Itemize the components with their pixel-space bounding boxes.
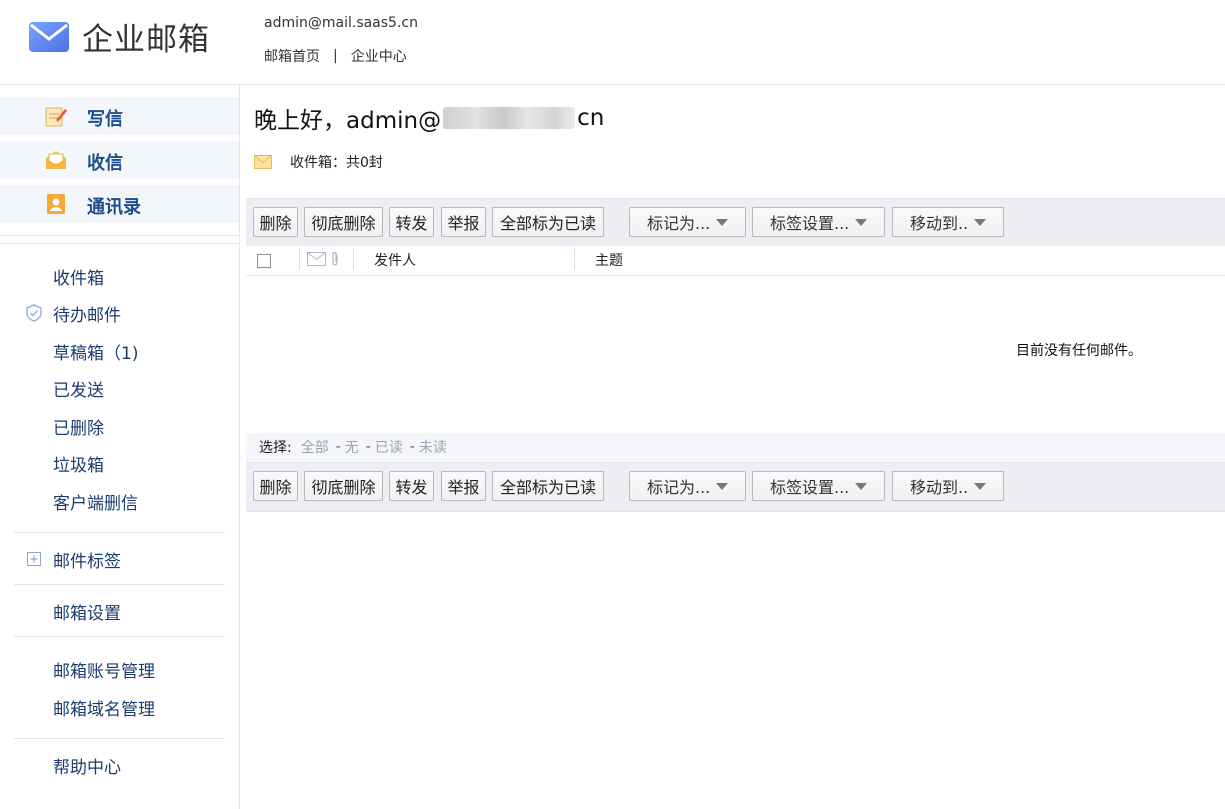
move-to-dropdown[interactable]: 移动到.. xyxy=(892,471,1004,501)
contacts-label: 通讯录 xyxy=(87,197,141,218)
caret-down-icon xyxy=(716,483,728,490)
mailbox-home-link[interactable]: 邮箱首页 xyxy=(264,46,320,66)
separator-dash: - xyxy=(365,439,371,455)
logo[interactable]: 企业邮箱 xyxy=(28,14,210,59)
sidebar-item-help[interactable]: 帮助中心 xyxy=(53,753,121,778)
sidebar-item-sent[interactable]: 已发送 xyxy=(53,376,104,401)
greeting: 晚上好，admin@ cn xyxy=(254,101,604,135)
sidebar-divider xyxy=(0,235,239,236)
sidebar-divider xyxy=(0,243,239,244)
toolbar-bottom: 删除 彻底删除 转发 举报 全部标为已读 标记为... 标签设置... 移动到.… xyxy=(246,462,1225,512)
mail-list-header: 发件人 主题 xyxy=(246,246,1225,276)
empty-message: 目前没有任何邮件。 xyxy=(1016,343,1142,359)
sidebar-divider xyxy=(14,636,225,637)
sidebar-item-todo[interactable]: 待办邮件 xyxy=(53,301,121,326)
receive-label: 收信 xyxy=(87,153,123,174)
caret-down-icon xyxy=(855,483,867,490)
enterprise-center-link[interactable]: 企业中心 xyxy=(351,46,407,66)
dropdown-label: 移动到.. xyxy=(910,214,969,233)
envelope-column-icon[interactable] xyxy=(307,252,326,266)
sidebar-item-deleted[interactable]: 已删除 xyxy=(53,414,104,439)
greeting-suffix: cn xyxy=(577,105,605,131)
select-bar: 选择: 全部 - 无 - 已读 - 未读 xyxy=(246,433,1225,461)
column-separator xyxy=(353,249,354,270)
contacts-icon xyxy=(47,194,65,214)
column-separator xyxy=(299,249,300,270)
dropdown-label: 标签设置... xyxy=(770,214,850,233)
inbox-summary: 收件箱：共0封 xyxy=(254,152,383,172)
select-label: 选择: xyxy=(259,440,292,456)
mark-as-dropdown[interactable]: 标记为... xyxy=(629,471,746,501)
user-email: admin@mail.saas5.cn xyxy=(264,15,418,31)
sidebar-divider xyxy=(14,738,225,739)
sidebar-item-client-deleted[interactable]: 客户端删信 xyxy=(53,489,138,514)
forward-button[interactable]: 转发 xyxy=(389,471,434,501)
envelope-icon xyxy=(254,155,272,169)
header: 企业邮箱 admin@mail.saas5.cn 邮箱首页 | 企业中心 xyxy=(0,0,1225,85)
sidebar-item-spam[interactable]: 垃圾箱 xyxy=(53,451,104,476)
delete-button[interactable]: 删除 xyxy=(253,471,298,501)
forward-button[interactable]: 转发 xyxy=(389,207,434,237)
envelope-logo-icon xyxy=(29,21,69,52)
mark-all-read-button[interactable]: 全部标为已读 xyxy=(492,207,604,237)
column-separator xyxy=(574,249,575,270)
dropdown-label: 标记为... xyxy=(647,478,711,497)
redacted-domain xyxy=(443,107,576,129)
select-all-checkbox[interactable] xyxy=(257,254,271,268)
caret-down-icon xyxy=(974,219,986,226)
mark-all-read-button[interactable]: 全部标为已读 xyxy=(492,471,604,501)
sidebar-item-mail-tags[interactable]: 邮件标签 xyxy=(53,547,121,572)
todo-shield-icon xyxy=(26,304,42,322)
sidebar-item-domain-management[interactable]: 邮箱域名管理 xyxy=(53,695,155,720)
dropdown-label: 移动到.. xyxy=(910,478,969,497)
app-title: 企业邮箱 xyxy=(82,22,210,58)
receive-icon xyxy=(46,151,66,169)
compose-button[interactable]: 写信 xyxy=(0,97,239,135)
plus-square-icon[interactable] xyxy=(25,550,43,568)
permanent-delete-button[interactable]: 彻底删除 xyxy=(304,471,383,501)
column-subject[interactable]: 主题 xyxy=(595,250,623,270)
tag-settings-dropdown[interactable]: 标签设置... xyxy=(752,471,885,501)
contacts-button[interactable]: 通讯录 xyxy=(0,185,239,223)
sidebar-divider xyxy=(14,584,225,585)
link-separator: | xyxy=(333,48,338,64)
caret-down-icon xyxy=(974,483,986,490)
sidebar: 写信 收信 通讯录 收件箱 待办邮件 草稿箱（1) 已发送 已删除 垃圾箱 客户… xyxy=(0,85,240,809)
sidebar-item-drafts[interactable]: 草稿箱（1) xyxy=(53,339,138,364)
dropdown-label: 标签设置... xyxy=(770,478,850,497)
separator-dash: - xyxy=(335,439,341,455)
select-all-link[interactable]: 全部 xyxy=(301,437,329,457)
report-button[interactable]: 举报 xyxy=(441,471,486,501)
sidebar-divider xyxy=(14,532,225,533)
move-to-dropdown[interactable]: 移动到.. xyxy=(892,207,1004,237)
caret-down-icon xyxy=(716,219,728,226)
greeting-prefix: 晚上好，admin@ xyxy=(254,108,442,134)
attachment-column-icon[interactable] xyxy=(330,251,340,267)
sidebar-item-settings[interactable]: 邮箱设置 xyxy=(53,599,121,624)
toolbar-top: 删除 彻底删除 转发 举报 全部标为已读 标记为... 标签设置... 移动到.… xyxy=(246,198,1225,248)
compose-icon xyxy=(45,107,67,127)
mark-as-dropdown[interactable]: 标记为... xyxy=(629,207,746,237)
sidebar-item-inbox[interactable]: 收件箱 xyxy=(53,264,104,289)
select-none-link[interactable]: 无 xyxy=(345,437,359,457)
compose-label: 写信 xyxy=(87,109,123,130)
delete-button[interactable]: 删除 xyxy=(253,207,298,237)
dropdown-label: 标记为... xyxy=(647,214,711,233)
receive-button[interactable]: 收信 xyxy=(0,141,239,179)
select-unread-link[interactable]: 未读 xyxy=(419,437,447,457)
inbox-count: 收件箱：共0封 xyxy=(290,155,383,171)
report-button[interactable]: 举报 xyxy=(441,207,486,237)
tag-settings-dropdown[interactable]: 标签设置... xyxy=(752,207,885,237)
permanent-delete-button[interactable]: 彻底删除 xyxy=(304,207,383,237)
sidebar-item-account-management[interactable]: 邮箱账号管理 xyxy=(53,657,155,682)
column-sender[interactable]: 发件人 xyxy=(374,250,416,270)
top-links: 邮箱首页 | 企业中心 xyxy=(264,46,407,66)
select-read-link[interactable]: 已读 xyxy=(375,437,403,457)
separator-dash: - xyxy=(409,439,415,455)
caret-down-icon xyxy=(855,219,867,226)
